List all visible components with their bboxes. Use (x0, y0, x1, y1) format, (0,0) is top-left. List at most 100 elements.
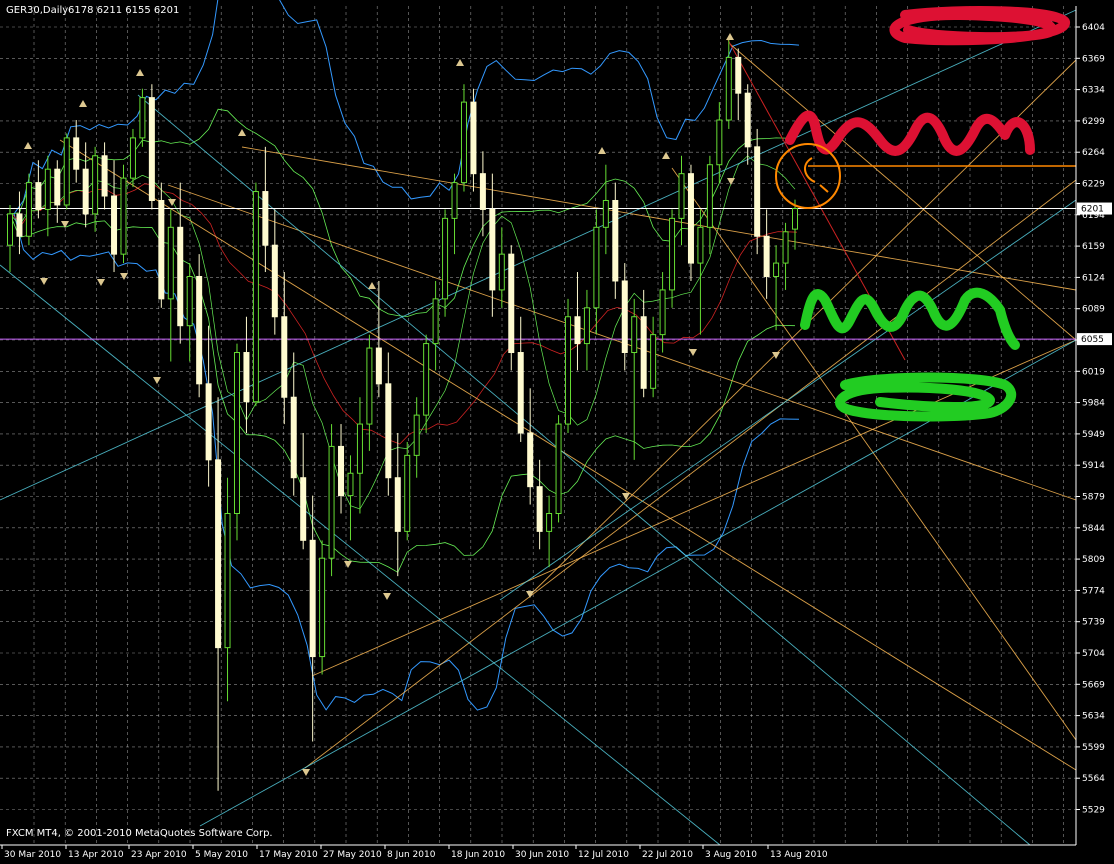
y-tick-label: 5949 (1082, 430, 1105, 440)
candle-body (659, 289, 666, 336)
y-tick-label: 6089 (1082, 305, 1105, 315)
candle-body (338, 445, 345, 497)
x-tick-label: 13 Aug 2010 (770, 850, 828, 860)
y-tick-label: 5634 (1082, 712, 1105, 722)
candle-body (63, 137, 70, 206)
x-tick-label: 17 May 2010 (259, 850, 318, 860)
y-tick-label: 6264 (1082, 148, 1105, 158)
candle-body (735, 56, 742, 94)
candle-body (54, 168, 61, 206)
candle-body (101, 155, 108, 197)
candle-body (328, 445, 335, 559)
candle-body (319, 557, 326, 658)
x-tick-label: 23 Apr 2010 (131, 850, 187, 860)
candle-body (517, 352, 524, 434)
candle-body (413, 414, 420, 456)
x-tick-label: 18 Jun 2010 (451, 850, 505, 860)
candle-body (640, 316, 647, 389)
candle-body (602, 199, 609, 228)
candle-body (148, 97, 155, 201)
candle-body (167, 226, 174, 300)
candle-body (773, 262, 780, 278)
candle-body (470, 101, 477, 175)
candle-body (186, 276, 193, 327)
candle-body (92, 155, 99, 215)
candle-body (129, 137, 136, 179)
candle-body (565, 316, 572, 425)
candle-body (196, 276, 203, 385)
candle-body (366, 347, 373, 425)
candle-body (451, 182, 458, 219)
y-tick-label: 5704 (1082, 649, 1105, 659)
y-tick-label: 5529 (1082, 806, 1105, 816)
candle-body (678, 173, 685, 219)
x-tick-label: 27 May 2010 (323, 850, 382, 860)
candle-body (763, 235, 770, 278)
candle-body (650, 334, 657, 389)
candle-body (687, 173, 694, 264)
candle-body (262, 191, 269, 246)
marked-price-label: 6055 (1081, 335, 1104, 345)
x-tick-label: 8 Jun 2010 (387, 850, 436, 860)
candle-body (546, 512, 553, 532)
y-tick-label: 5984 (1082, 399, 1105, 409)
chart-canvas[interactable]: 6404636963346299626462296194615961246089… (0, 0, 1114, 860)
candle-body (375, 347, 382, 385)
y-tick-label: 6299 (1082, 117, 1105, 127)
x-tick-label: 13 Apr 2010 (68, 850, 124, 860)
candle-body (224, 512, 231, 649)
candle-body (744, 92, 751, 148)
y-tick-label: 6124 (1082, 273, 1105, 283)
candle-body (281, 316, 288, 398)
candle-body (356, 423, 363, 474)
candle-body (139, 97, 146, 139)
candle-body (271, 244, 278, 318)
candle-body (44, 168, 51, 210)
candle-body (612, 199, 619, 282)
current-price-label: 6201 (1081, 205, 1104, 215)
y-tick-label: 5844 (1082, 524, 1105, 534)
candle-body (290, 396, 297, 479)
y-tick-label: 5739 (1082, 618, 1105, 628)
candle-body (593, 226, 600, 309)
candle-body (205, 383, 212, 461)
y-tick-label: 5599 (1082, 743, 1105, 753)
candle-body (442, 217, 449, 300)
y-tick-label: 5809 (1082, 555, 1105, 565)
candle-body (385, 383, 392, 479)
candle-body (460, 101, 467, 184)
x-tick-label: 22 Jul 2010 (642, 850, 693, 860)
y-tick-label: 5669 (1082, 680, 1105, 690)
candle-body (508, 253, 515, 354)
price-chart[interactable]: 6404 6369 6334 6299 6264 6229 6194 6159 6124 6089… (0, 0, 1114, 860)
candle-body (479, 173, 486, 210)
candle-body (177, 226, 184, 327)
candle-body (423, 343, 430, 416)
candle-body (347, 472, 354, 497)
candle-body (725, 56, 732, 121)
candle-body (16, 213, 23, 237)
candle-body (498, 253, 505, 291)
candle-body (394, 477, 401, 532)
y-tick-label: 5879 (1082, 493, 1105, 503)
y-tick-label: 6369 (1082, 54, 1105, 64)
x-tick-label: 5 May 2010 (195, 850, 248, 860)
candle-body (243, 352, 250, 403)
y-tick-label: 5914 (1082, 461, 1105, 471)
candle-body (120, 177, 127, 255)
candle-body (233, 352, 240, 514)
chart-title: GER30,Daily (6, 5, 68, 16)
y-tick-label: 6334 (1082, 86, 1105, 96)
x-tick-label: 3 Aug 2010 (705, 850, 757, 860)
candle-body (536, 486, 543, 532)
candle-body (621, 280, 628, 354)
candle-body (158, 199, 165, 300)
candle-body (555, 423, 562, 514)
y-tick-label: 6229 (1082, 180, 1105, 190)
candle-body (527, 432, 534, 488)
candle-body (792, 208, 798, 230)
y-tick-label: 6019 (1082, 367, 1105, 377)
candle-body (697, 226, 704, 264)
candle-body (309, 539, 316, 658)
candle-body (432, 298, 439, 345)
